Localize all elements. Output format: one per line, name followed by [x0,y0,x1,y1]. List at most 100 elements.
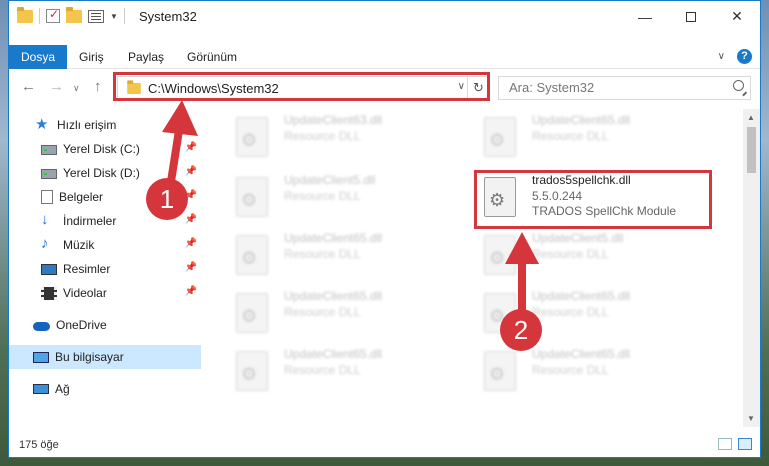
toolbar-divider [123,8,125,24]
sidebar-item-music[interactable]: ♪ Müzik 📌 [9,233,201,257]
tab-view[interactable]: Görünüm [175,45,249,69]
document-icon [41,190,53,204]
sidebar-item-local-disk-c[interactable]: Yerel Disk (C:) 📌 [9,137,201,161]
sidebar-item-label: Yerel Disk (C:) [63,142,140,156]
help-icon[interactable]: ? [737,49,752,64]
dll-file-icon [236,235,268,275]
file-name: UpdateClient63.dll [284,113,383,127]
tab-home[interactable]: Giriş [67,45,116,69]
chevron-down-icon[interactable]: ▼ [110,12,118,21]
file-item[interactable]: UpdateClient65.dll Resource DLL [454,343,694,397]
search-icon [733,80,744,91]
dll-file-icon [484,235,516,275]
toolbar-divider [39,8,40,24]
tab-file[interactable]: Dosya [9,45,68,69]
dll-file-icon [236,117,268,157]
computer-icon [33,351,49,363]
scroll-up-icon[interactable]: ▲ [747,113,755,122]
explorer-window: ▼ System32 — ✕ Dosya Giriş Paylaş Görünü… [8,0,761,458]
sidebar-item-label: Müzik [63,238,95,252]
file-item[interactable]: UpdateClient65.dll Resource DLL [206,227,446,281]
file-list: UpdateClient63.dll Resource DLL UpdateCl… [206,109,738,427]
item-count: 175 öğe [19,439,59,451]
step-2-badge: 2 [500,309,542,351]
dll-file-icon [484,351,516,391]
download-icon: ↓ [41,211,49,228]
sidebar-item-quick-access[interactable]: ★ Hızlı erişim [9,113,201,137]
properties-icon[interactable] [46,7,60,23]
sidebar-item-onedrive[interactable]: OneDrive [9,313,201,337]
collapse-ribbon-icon[interactable]: ∨ [718,51,725,62]
forward-button[interactable]: → [49,78,64,95]
pin-icon[interactable]: 📌 [185,286,197,297]
file-description: Resource DLL [284,305,361,319]
details-view-icon[interactable] [718,438,732,450]
pin-icon[interactable]: 📌 [185,166,197,177]
file-item[interactable]: UpdateClient65.dll Resource DLL [206,285,446,339]
scroll-thumb[interactable] [747,127,756,173]
sidebar-item-label: Bu bilgisayar [55,350,124,364]
folder-icon[interactable] [17,6,33,23]
dll-file-icon [236,293,268,333]
title-bar: ▼ System32 — ✕ [9,1,760,32]
file-item[interactable]: UpdateClient5.dll Resource DLL [454,227,694,281]
dll-file-icon [484,117,516,157]
file-name: UpdateClient65.dll [532,113,631,127]
file-highlight [474,170,712,229]
file-description: Resource DLL [284,129,361,143]
file-description: Resource DLL [284,247,361,261]
back-button[interactable]: ← [21,78,36,95]
pin-icon[interactable]: 📌 [185,214,197,225]
pictures-icon [41,263,57,275]
up-button[interactable]: ↑ [94,78,102,95]
file-item[interactable]: UpdateClient65.dll Resource DLL [454,285,694,339]
sidebar-item-pictures[interactable]: Resimler 📌 [9,257,201,281]
network-icon [33,384,49,394]
file-name: UpdateClient65.dll [532,347,631,361]
file-item[interactable]: UpdateClient65.dll Resource DLL [206,343,446,397]
vertical-scrollbar[interactable]: ▲ ▼ [743,109,760,427]
step-1-badge: 1 [146,178,188,220]
sidebar-item-label: OneDrive [56,318,107,332]
search-input[interactable]: Ara: System32 [498,76,751,100]
pin-icon[interactable]: 📌 [185,142,197,153]
drive-icon [41,145,57,155]
sidebar-item-videos[interactable]: Videolar 📌 [9,281,201,305]
dll-file-icon [236,351,268,391]
tab-share[interactable]: Paylaş [116,45,176,69]
recent-locations-button[interactable]: ∨ [73,83,80,94]
ribbon-controls: ∨ ? [718,49,752,64]
ribbon-tabs: Dosya Giriş Paylaş Görünüm ∨ ? [9,45,760,69]
file-item[interactable]: UpdateClient63.dll Resource DLL [206,109,446,163]
customize-icon[interactable] [88,9,104,23]
scroll-down-icon[interactable]: ▼ [747,414,755,423]
file-description: Resource DLL [532,305,609,319]
address-bar-highlight [113,72,490,101]
maximize-button[interactable] [668,1,714,32]
sidebar-item-label: Hızlı erişim [57,118,117,132]
file-name: UpdateClient65.dll [284,231,383,245]
close-button[interactable]: ✕ [714,1,760,32]
file-name: UpdateClient65.dll [532,289,631,303]
window-title: System32 [139,9,197,24]
sidebar-item-label: Videolar [63,286,107,300]
minimize-button[interactable]: — [622,1,668,32]
file-item[interactable]: UpdateClient65.dll Resource DLL [454,109,694,163]
tiles-view-icon[interactable] [738,438,752,450]
status-bar: 175 öğe [9,431,760,457]
new-folder-icon[interactable] [66,6,82,23]
quick-access-toolbar: ▼ [17,6,125,24]
view-toggle [718,438,752,450]
sidebar-item-network[interactable]: Ağ [9,377,201,401]
file-name: UpdateClient65.dll [284,289,383,303]
cloud-icon [33,322,50,331]
file-description: Resource DLL [532,247,609,261]
pin-icon[interactable]: 📌 [185,262,197,273]
file-description: Resource DLL [284,363,361,377]
video-icon [41,286,57,300]
sidebar-item-this-pc[interactable]: Bu bilgisayar [9,345,201,369]
music-icon: ♪ [41,235,49,252]
file-item[interactable]: UpdateClient5.dll Resource DLL [206,169,446,223]
sidebar-item-label: Belgeler [59,190,104,204]
pin-icon[interactable]: 📌 [185,238,197,249]
